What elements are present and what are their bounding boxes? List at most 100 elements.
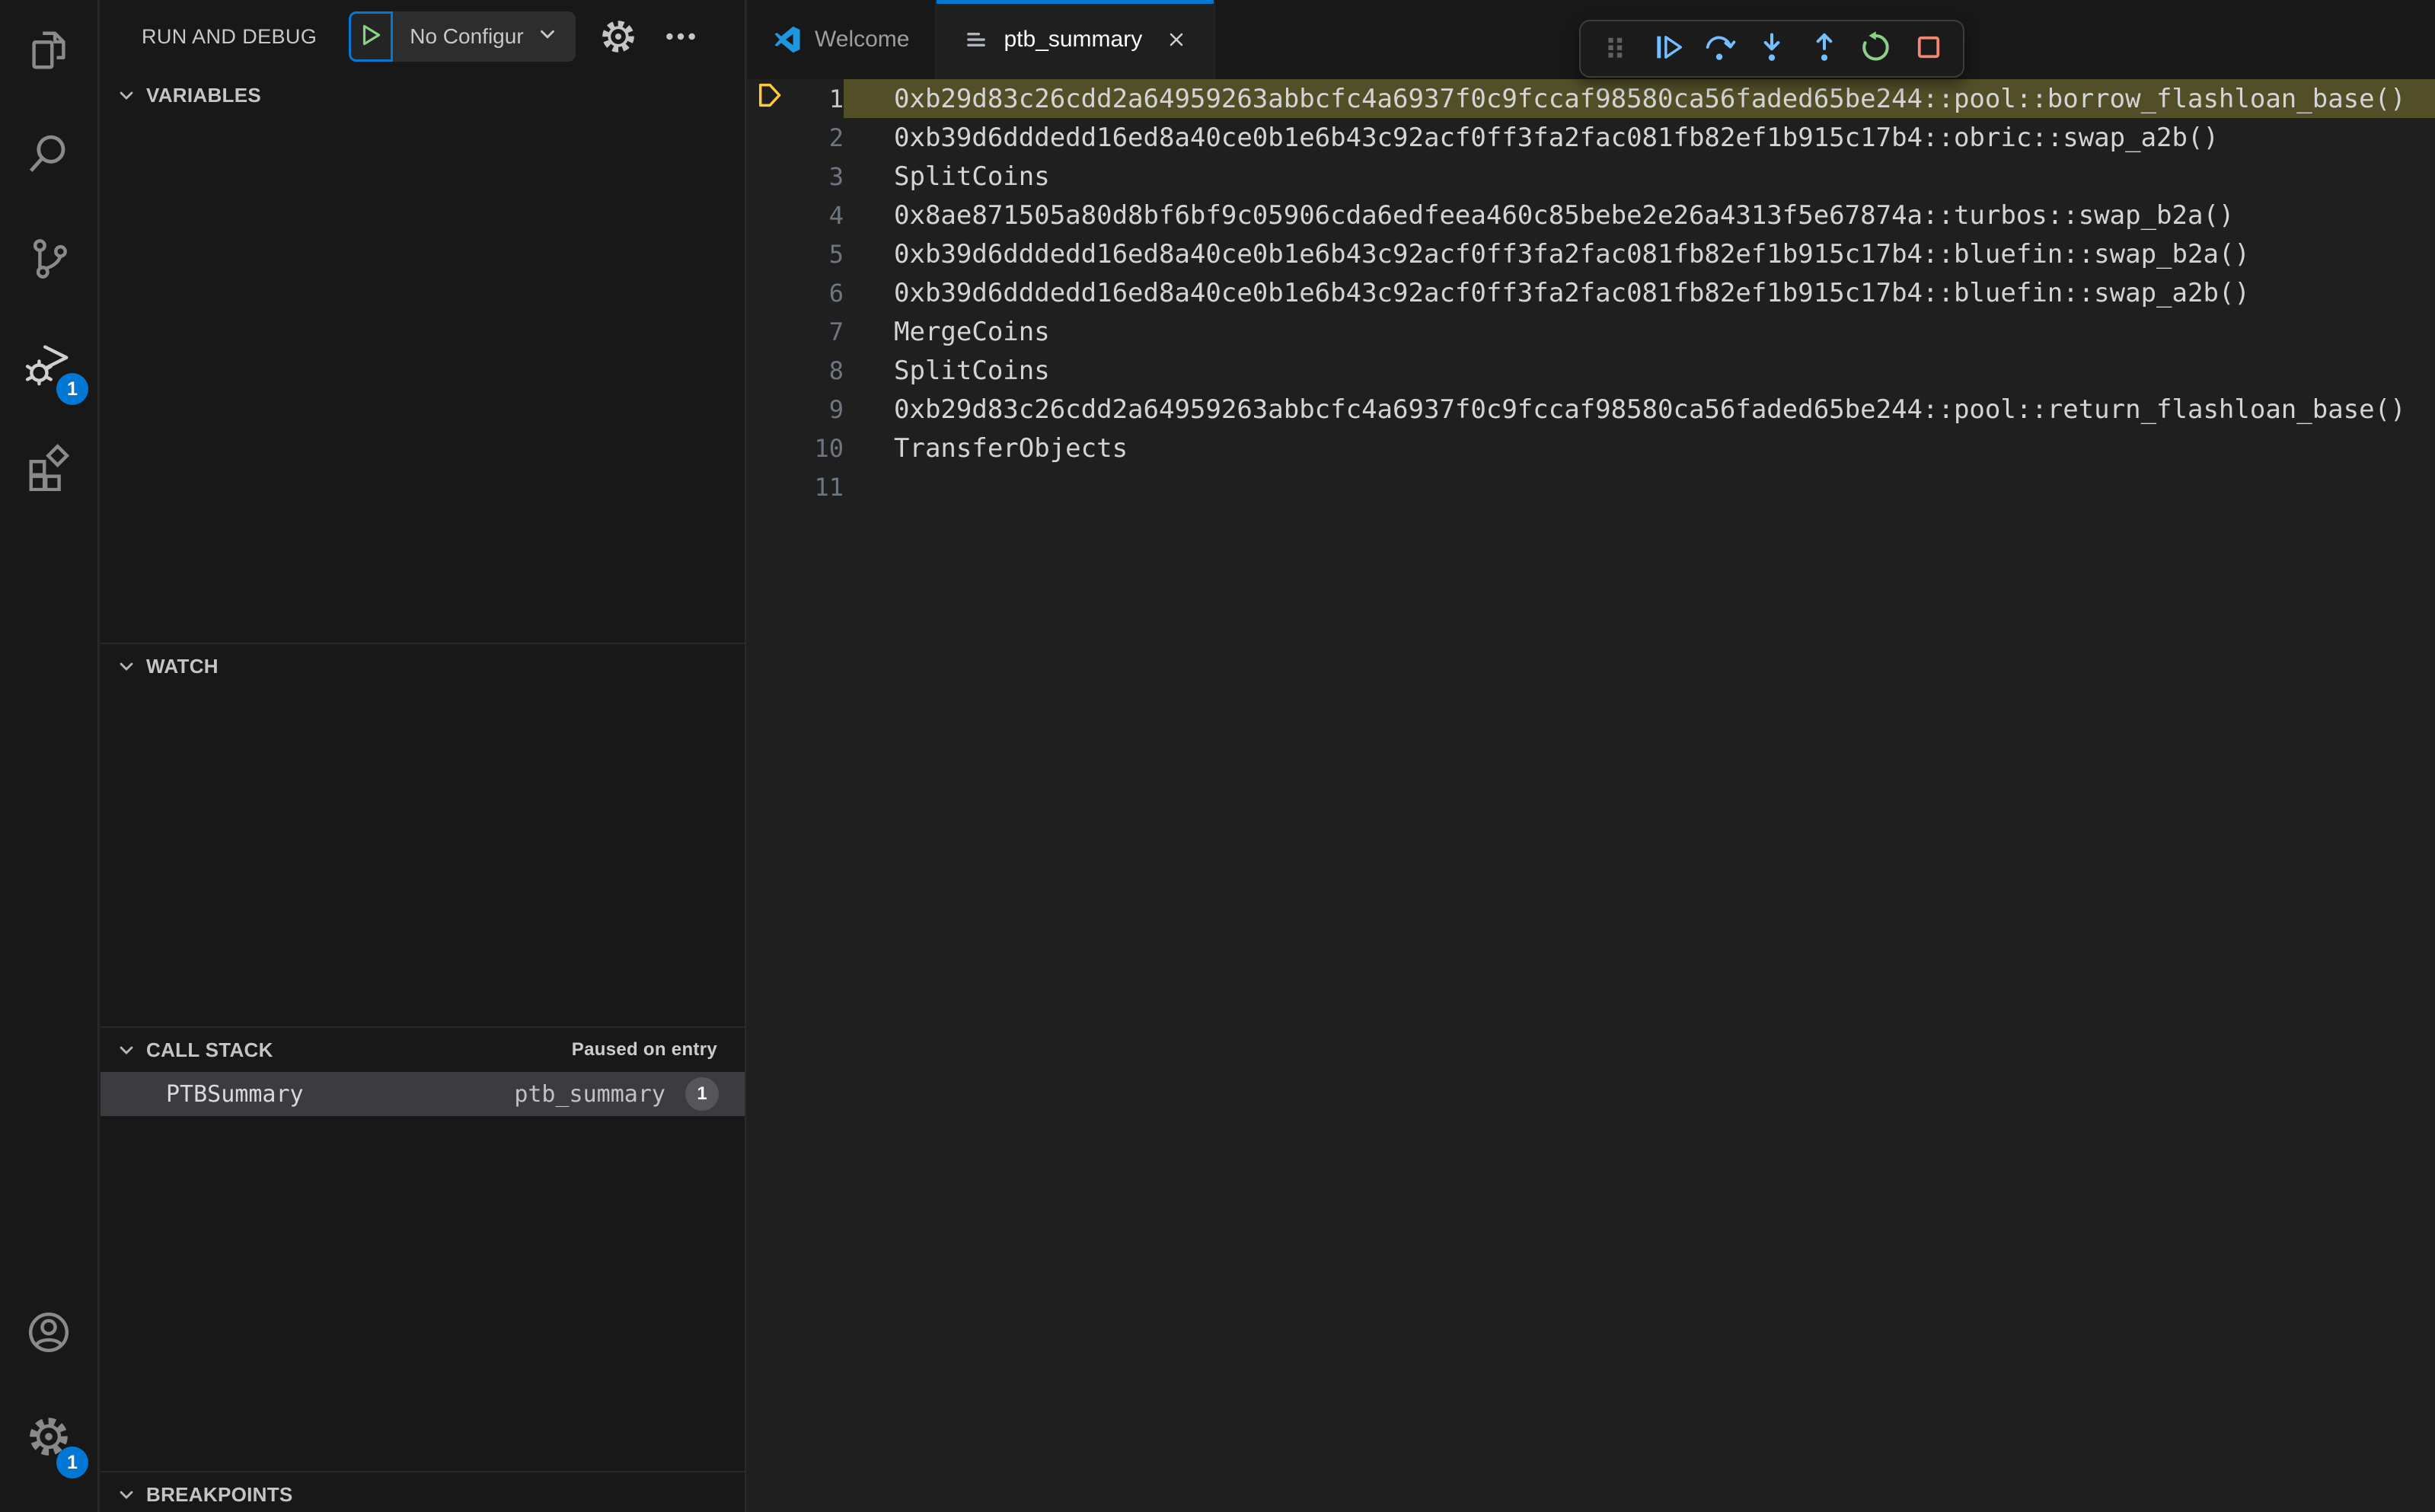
- code-editor: 1 0xb29d83c26cdd2a64959263abbcfc4a6937f0…: [748, 79, 2435, 506]
- stop-button[interactable]: [1907, 27, 1951, 71]
- paused-status: Paused on entry: [571, 1039, 717, 1060]
- line-number: 1: [828, 84, 844, 113]
- account-icon: [25, 1309, 72, 1360]
- code-line-4: 4 0x8ae871505a80d8bf6bf9c05906cda6edfeea…: [748, 196, 2435, 234]
- call-stack-section-header[interactable]: CALL STACK Paused on entry: [101, 1028, 745, 1072]
- config-dropdown[interactable]: No Configur: [393, 11, 576, 62]
- call-stack-section: CALL STACK Paused on entry PTBSummary pt…: [101, 1026, 745, 1471]
- play-icon: [358, 22, 384, 52]
- code-line-3: 3 SplitCoins: [748, 157, 2435, 196]
- stop-icon: [1911, 30, 1946, 69]
- sidebar-item-search[interactable]: [0, 104, 97, 209]
- code-line-10: 10 TransferObjects: [748, 429, 2435, 467]
- sidebar-item-run-and-debug[interactable]: 1: [0, 313, 97, 417]
- tab-welcome[interactable]: Welcome: [748, 0, 937, 79]
- variables-section-label: VARIABLES: [146, 83, 262, 107]
- code-text[interactable]: 0x8ae871505a80d8bf6bf9c05906cda6edfeea46…: [844, 196, 2435, 234]
- variables-section: VARIABLES: [101, 73, 745, 643]
- config-dropdown-label: No Configur: [410, 24, 524, 48]
- continue-icon: [1650, 30, 1685, 69]
- breakpoints-section-header[interactable]: BREAKPOINTS: [101, 1472, 745, 1512]
- debug-toolbar: [1579, 20, 1964, 78]
- breakpoint-gutter[interactable]: [748, 351, 796, 390]
- code-line-1: 1 0xb29d83c26cdd2a64959263abbcfc4a6937f0…: [748, 79, 2435, 118]
- activity-bar: 1 1: [0, 0, 99, 1512]
- accounts-button[interactable]: [0, 1282, 97, 1386]
- code-line-6: 6 0xb39d6dddedd16ed8a40ce0b1e6b43c92acf0…: [748, 273, 2435, 312]
- source-control-icon: [25, 235, 72, 286]
- breakpoint-gutter[interactable]: [748, 273, 796, 312]
- chevron-down-icon: [114, 1038, 139, 1062]
- breakpoint-gutter[interactable]: [748, 118, 796, 157]
- breakpoints-section: BREAKPOINTS: [101, 1471, 745, 1512]
- breakpoint-gutter[interactable]: [748, 157, 796, 196]
- restart-button[interactable]: [1854, 27, 1898, 71]
- call-stack-section-label: CALL STACK: [146, 1038, 273, 1061]
- breakpoint-gutter[interactable]: [748, 234, 796, 273]
- explorer-icon: [25, 27, 72, 78]
- code-text[interactable]: 0xb39d6dddedd16ed8a40ce0b1e6b43c92acf0ff…: [844, 273, 2435, 312]
- debug-badge: 1: [56, 373, 88, 405]
- line-number: 2: [828, 123, 844, 152]
- debug-settings-gear-button[interactable]: [598, 17, 638, 56]
- continue-button[interactable]: [1645, 27, 1690, 71]
- line-number: 3: [828, 161, 844, 191]
- line-number: 8: [828, 356, 844, 385]
- breakpoint-gutter[interactable]: [748, 429, 796, 467]
- extensions-icon: [25, 444, 72, 495]
- variables-section-header[interactable]: VARIABLES: [101, 73, 745, 117]
- close-icon[interactable]: [1165, 28, 1188, 51]
- line-number: 10: [814, 433, 844, 463]
- toolbar-drag-handle[interactable]: [1593, 27, 1637, 71]
- start-debug-button[interactable]: [349, 11, 394, 62]
- frame-name: PTBSummary: [166, 1080, 304, 1108]
- breakpoint-gutter[interactable]: [748, 196, 796, 234]
- breakpoints-section-label: BREAKPOINTS: [146, 1482, 293, 1506]
- code-line-9: 9 0xb29d83c26cdd2a64959263abbcfc4a6937f0…: [748, 390, 2435, 429]
- tab-label: Welcome: [815, 27, 910, 52]
- sidebar-item-explorer[interactable]: [0, 0, 97, 104]
- launch-config-widget: No Configur: [349, 11, 576, 62]
- code-text[interactable]: 0xb39d6dddedd16ed8a40ce0b1e6b43c92acf0ff…: [844, 234, 2435, 273]
- search-icon: [25, 131, 72, 182]
- sidebar-item-extensions[interactable]: [0, 417, 97, 522]
- step-out-button[interactable]: [1802, 27, 1846, 71]
- code-text[interactable]: 0xb29d83c26cdd2a64959263abbcfc4a6937f0c9…: [844, 390, 2435, 429]
- sidebar-item-source-control[interactable]: [0, 209, 97, 313]
- line-number: 9: [828, 394, 844, 424]
- code-text[interactable]: [844, 467, 2435, 506]
- tab-ptb-summary[interactable]: ptb_summary: [937, 0, 1216, 79]
- code-line-11: 11: [748, 467, 2435, 506]
- step-over-button[interactable]: [1697, 27, 1741, 71]
- code-text[interactable]: 0xb29d83c26cdd2a64959263abbcfc4a6937f0c9…: [844, 79, 2435, 118]
- code-line-7: 7 MergeCoins: [748, 312, 2435, 351]
- breakpoint-gutter[interactable]: [748, 79, 796, 118]
- current-frame-arrow-icon: [755, 81, 789, 116]
- line-number: 4: [828, 200, 844, 230]
- code-text[interactable]: SplitCoins: [844, 157, 2435, 196]
- vscode-logo-icon: [774, 26, 801, 53]
- tab-label: ptb_summary: [1004, 27, 1143, 52]
- gripper-icon: [1597, 30, 1632, 69]
- editor-group: Welcome ptb_summary 1 0xb29d83c26cdd2a64…: [748, 0, 2435, 1512]
- code-text[interactable]: TransferObjects: [844, 429, 2435, 467]
- stack-frame-row[interactable]: PTBSummary ptb_summary 1: [101, 1072, 745, 1116]
- watch-section-header[interactable]: WATCH: [101, 644, 745, 688]
- watch-section-label: WATCH: [146, 654, 219, 678]
- settings-badge: 1: [56, 1447, 88, 1479]
- code-text[interactable]: 0xb39d6dddedd16ed8a40ce0b1e6b43c92acf0ff…: [844, 118, 2435, 157]
- breakpoint-gutter[interactable]: [748, 467, 796, 506]
- step-into-button[interactable]: [1750, 27, 1794, 71]
- step-out-icon: [1807, 30, 1842, 69]
- watch-section: WATCH: [101, 643, 745, 1026]
- line-number: 11: [814, 472, 844, 502]
- line-number: 5: [828, 239, 844, 269]
- more-actions-button[interactable]: [661, 17, 701, 56]
- breakpoint-gutter[interactable]: [748, 312, 796, 351]
- code-text[interactable]: MergeCoins: [844, 312, 2435, 351]
- breakpoint-gutter[interactable]: [748, 390, 796, 429]
- chevron-down-icon: [114, 654, 139, 678]
- run-and-debug-sidebar: RUN AND DEBUG No Configur VARIABLES WATC…: [101, 0, 746, 1512]
- settings-button[interactable]: 1: [0, 1386, 97, 1491]
- code-text[interactable]: SplitCoins: [844, 351, 2435, 390]
